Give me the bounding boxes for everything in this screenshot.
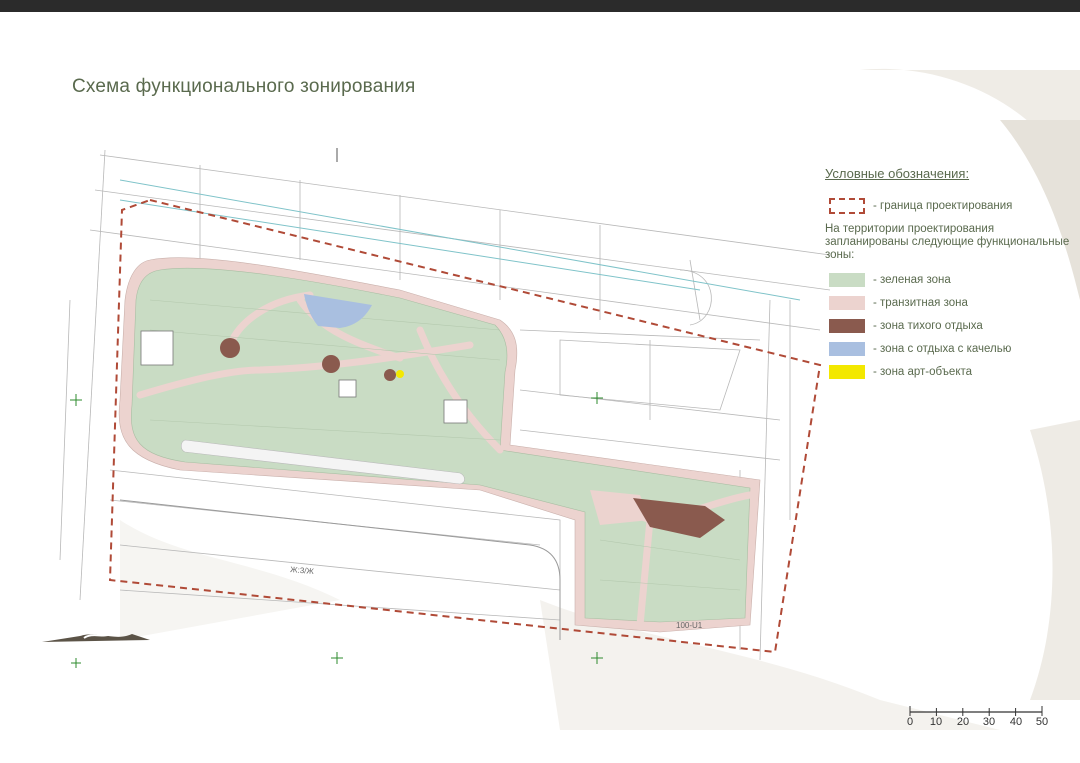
north-arrow-icon bbox=[42, 633, 150, 642]
legend-zone-swing: - зона с отдыха с качелью bbox=[829, 337, 1070, 360]
art-zone-swatch bbox=[829, 364, 865, 379]
legend: Условные обозначения: - граница проектир… bbox=[825, 166, 1070, 383]
quiet-zone-circle-2 bbox=[322, 355, 340, 373]
legend-zone-label: - зона арт-объекта bbox=[873, 365, 973, 378]
green-zone-swatch bbox=[829, 272, 865, 287]
legend-zone-label: - транзитная зона bbox=[873, 296, 968, 309]
scale-tick-label: 30 bbox=[982, 716, 996, 728]
pavilion-1 bbox=[140, 330, 174, 366]
scale-tick-label: 40 bbox=[1009, 716, 1023, 728]
legend-title: Условные обозначения: bbox=[825, 166, 970, 181]
pavilion-3 bbox=[443, 399, 468, 424]
legend-zone-label: - зона с отдыха с качелью bbox=[873, 342, 1012, 355]
scale-tick-label: 50 bbox=[1035, 716, 1049, 728]
legend-zone-green: - зеленая зона bbox=[829, 268, 1070, 291]
legend-zone-label: - зона тихого отдыха bbox=[873, 319, 983, 332]
scale-tick-label: 0 bbox=[906, 716, 914, 728]
lower-plan-label: 100-U1 bbox=[676, 621, 703, 630]
scale-bar: 0 10 20 30 40 50 bbox=[906, 704, 1049, 734]
scale-tick-label: 10 bbox=[929, 716, 943, 728]
legend-boundary-label: - граница проектирования bbox=[873, 200, 1013, 212]
legend-zone-transit: - транзитная зона bbox=[829, 291, 1070, 314]
quiet-zone-circle-3 bbox=[384, 369, 396, 381]
swing-zone-swatch bbox=[829, 341, 865, 356]
legend-note: На территории проектирования запланирова… bbox=[825, 223, 1070, 261]
quiet-zone-swatch bbox=[829, 318, 865, 333]
pavilion-2 bbox=[338, 379, 357, 398]
scale-bar-graphic bbox=[909, 706, 1043, 716]
quiet-zone-circle-1 bbox=[220, 338, 240, 358]
legend-boundary: - граница проектирования bbox=[829, 195, 1070, 217]
road-label: Ж:3/Ж bbox=[290, 565, 315, 576]
transit-zone-swatch bbox=[829, 295, 865, 310]
art-object-zone bbox=[396, 370, 404, 378]
legend-zone-label: - зеленая зона bbox=[873, 273, 951, 286]
boundary-swatch bbox=[829, 198, 865, 214]
scale-tick-label: 20 bbox=[956, 716, 970, 728]
legend-zone-art: - зона арт-объекта bbox=[829, 360, 1070, 383]
legend-zone-quiet: - зона тихого отдыха bbox=[829, 314, 1070, 337]
